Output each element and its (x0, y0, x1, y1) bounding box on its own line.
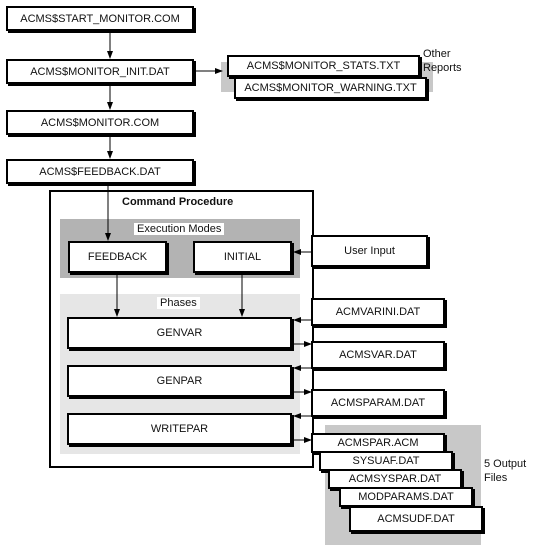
connector-layer (105, 33, 312, 443)
